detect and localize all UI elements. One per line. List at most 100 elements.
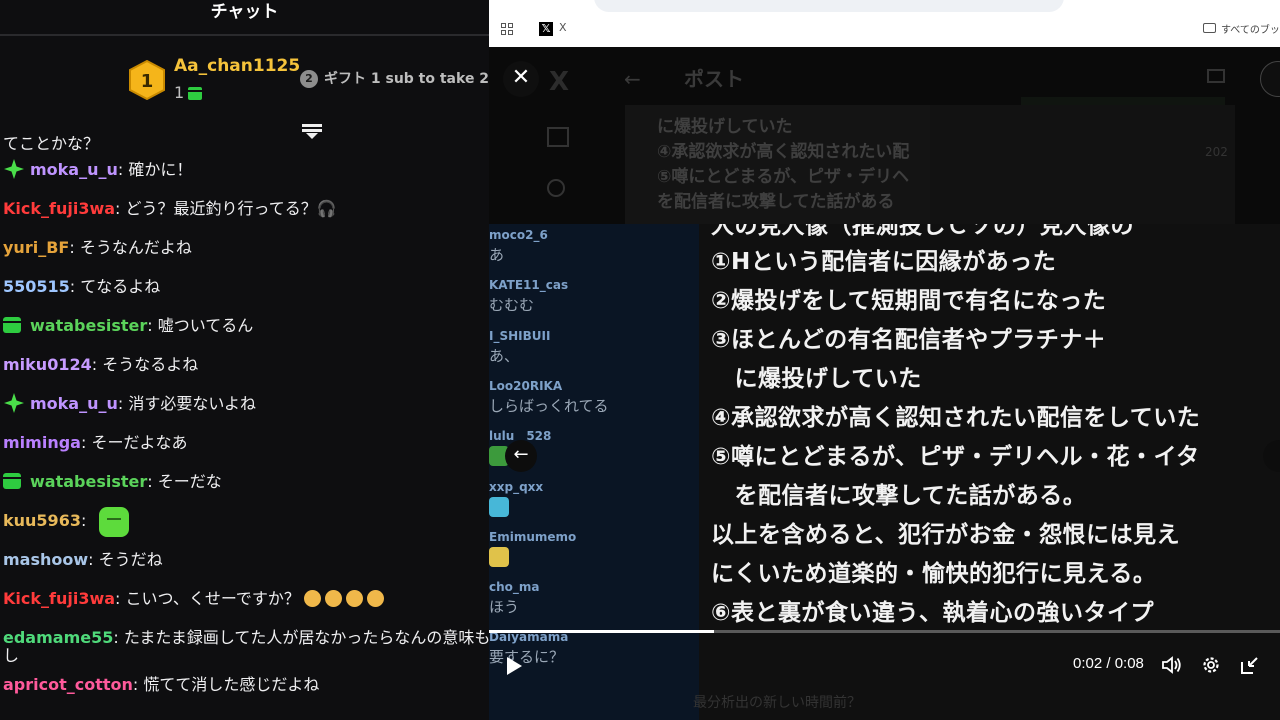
colon: : [132, 675, 144, 694]
stream-chat-item: Emimumemo [489, 530, 699, 567]
message-text: そうなるよね [102, 355, 199, 374]
chat-username[interactable]: watabesister [30, 472, 147, 491]
smile-emoji-icon [345, 589, 363, 607]
chat-username[interactable]: mashoow [3, 550, 88, 569]
rank-1-number: 1 [141, 71, 154, 92]
slide-text-line: 人の見人像（推測投しＣソの）見人像の [711, 224, 1134, 239]
colon: : [147, 472, 158, 491]
top-gifter-count-value: 1 [174, 83, 185, 102]
chat-title: チャット [0, 0, 489, 36]
slide-text-line: ⑥表と裏が食い違う、執着心の強いタイプ [711, 600, 1154, 626]
chat-username[interactable]: moka_u_u [30, 394, 118, 413]
slide-text-line: 以上を含めると、犯行がお金・怨恨には見え [711, 522, 1181, 548]
chat-message: yuri_BF: そうなんだよね [0, 228, 489, 267]
message-text: てなるよね [80, 277, 161, 296]
slide-text-line: ②爆投げをして短期間で有名になった [711, 288, 1107, 314]
chat-username[interactable]: kuu5963 [3, 511, 81, 530]
x-logo-icon: X [549, 67, 570, 97]
fullscreen-exit-icon[interactable] [1239, 654, 1261, 676]
chat-message: Kick_fuji3wa: どう？最近釣り行ってる？🎧 [0, 189, 489, 228]
colon: : [115, 589, 126, 608]
chat-username[interactable]: miku0124 [3, 355, 92, 374]
screen: チャット 1 Aa_chan1125 1 2 ギフト 1 sub to take … [0, 0, 1280, 720]
gift-leaderboard-second[interactable]: 2 ギフト 1 sub to take 2t [300, 68, 489, 88]
background-date: 202 [1205, 145, 1228, 159]
slide-text-line: を配信者に攻撃してた話がある。 [711, 483, 1087, 509]
home-icon [547, 127, 569, 147]
stream-chat-item: I_SHIBUII あ、 [489, 329, 699, 366]
colon: : [80, 511, 92, 530]
colon: : [147, 316, 158, 335]
folder-icon [1203, 23, 1216, 33]
chat-username[interactable]: apricot_cotton [3, 675, 133, 694]
chat-username[interactable]: edamame55 [3, 628, 113, 647]
slide-text-line: ①Hという配信者に因縁があった [711, 249, 1057, 275]
stream-chat-text: むむむ [489, 296, 535, 315]
rank-2-badge-icon: 2 [300, 70, 318, 88]
search-icon [547, 179, 565, 197]
chat-message-continuation: し [3, 646, 20, 665]
chat-message: Kick_fuji3wa: こいつ、くせーですか？ [0, 579, 489, 618]
bookmark-x[interactable]: X [559, 21, 567, 34]
slide-text-line: ③ほとんどの有名配信者やプラチナ＋ [711, 327, 1107, 353]
x-favicon-icon: 𝕏 [539, 22, 553, 36]
message-text: 消す必要ないよね [128, 394, 257, 413]
chat-message: watabesister: そーだな [0, 462, 489, 501]
slide-text-line: ⑤噂にとどまるが、ピザ・デリヘル・花・イタ [711, 444, 1200, 470]
chat-username[interactable]: watabesister [30, 316, 147, 335]
background-text-below: 最分析出の新しい時間前？ [693, 695, 861, 711]
colon: : [69, 277, 81, 296]
stream-chat-text: あ、 [489, 346, 520, 365]
message-text: どう？最近釣り行ってる？🎧 [125, 199, 337, 218]
colon: : [88, 550, 99, 569]
reader-icon [1207, 69, 1225, 83]
video-player[interactable]: moco2_6 あ KATE11_cas むむむ I_SHIBUII あ、 Loo20RIK… [489, 224, 1280, 720]
chat-username[interactable]: moka_u_u [30, 160, 118, 179]
chat-username[interactable]: yuri_BF [3, 238, 69, 257]
stream-chat-username: KATE11_cas [489, 278, 569, 293]
back-arrow-icon: ← [624, 67, 641, 91]
play-icon[interactable] [507, 657, 522, 675]
chat-message: mashoow: そうだね [0, 540, 489, 579]
message-text: こいつ、くせーですか？ [125, 589, 300, 608]
background-post-card: に爆投げしていた ④承認欲求が高く認知されたい配 ⑤噂にとどまるが、ピザ・デリヘ… [625, 105, 930, 225]
message-text: そうなんだよね [79, 238, 192, 257]
top-gifter-count: 1 [174, 83, 202, 102]
volume-icon[interactable] [1161, 655, 1183, 675]
chat-username[interactable]: Kick_fuji3wa [3, 199, 115, 218]
video-prev-button[interactable]: ← [505, 440, 537, 472]
settings-gear-icon[interactable] [1201, 655, 1221, 675]
bg-card-line: ⑤噂にとどまるが、ピザ・デリヘ [657, 167, 910, 187]
chat-panel: チャット 1 Aa_chan1125 1 2 ギフト 1 sub to take … [0, 0, 489, 720]
stream-chat-text: ほう [489, 598, 520, 617]
chat-username[interactable]: miminga [3, 433, 81, 452]
colon: : [115, 199, 126, 218]
colon: : [91, 355, 103, 374]
chat-message-list: てことかな？ moka_u_u: 確かに！ Kick_fuji3wa: どう？最近… [0, 132, 489, 704]
address-bar[interactable] [594, 0, 1064, 12]
top-gifter-name[interactable]: Aa_chan1125 [174, 56, 300, 76]
bg-card-line: を配信者に攻撃してた話がある [657, 192, 895, 212]
bg-card-line: に爆投げしていた [657, 117, 793, 137]
colon: : [69, 238, 80, 257]
slide-text-line: に爆投げしていた [711, 366, 922, 392]
chat-message: apricot_cotton: 慌てて消した感じだよね [0, 665, 489, 704]
stream-chat-text: しらばっくれてる [489, 396, 609, 415]
message-text: 嘘ついてるん [157, 316, 254, 335]
bg-card-line: ④承認欲求が高く認知されたい配 [657, 142, 910, 162]
sparkle-badge-icon [4, 158, 24, 179]
video-time: 0:02 / 0:08 [1073, 655, 1144, 672]
browser-toolbar: 𝕏 X すべてのブックマーク [489, 0, 1280, 47]
chat-message: watabesister: 嘘ついてるん [0, 306, 489, 345]
all-bookmarks-link[interactable]: すべてのブックマーク [1221, 21, 1280, 36]
tab-grid-icon[interactable] [501, 23, 513, 35]
video-controls: 0:02 / 0:08 [489, 633, 1280, 720]
chat-username[interactable]: 550515 [3, 277, 70, 296]
background-post-card-right [930, 105, 1235, 225]
colon: : [117, 394, 129, 413]
stream-chat-text: あ [489, 246, 505, 264]
browser-window: 𝕏 X すべてのブックマーク X ← ポスト に爆投げしていた ④承認欲求が高く… [489, 0, 1280, 720]
stream-chat-username: Loo20RIKA [489, 378, 563, 393]
chat-username[interactable]: Kick_fuji3wa [3, 589, 115, 608]
close-media-button[interactable]: ✕ [503, 61, 539, 97]
